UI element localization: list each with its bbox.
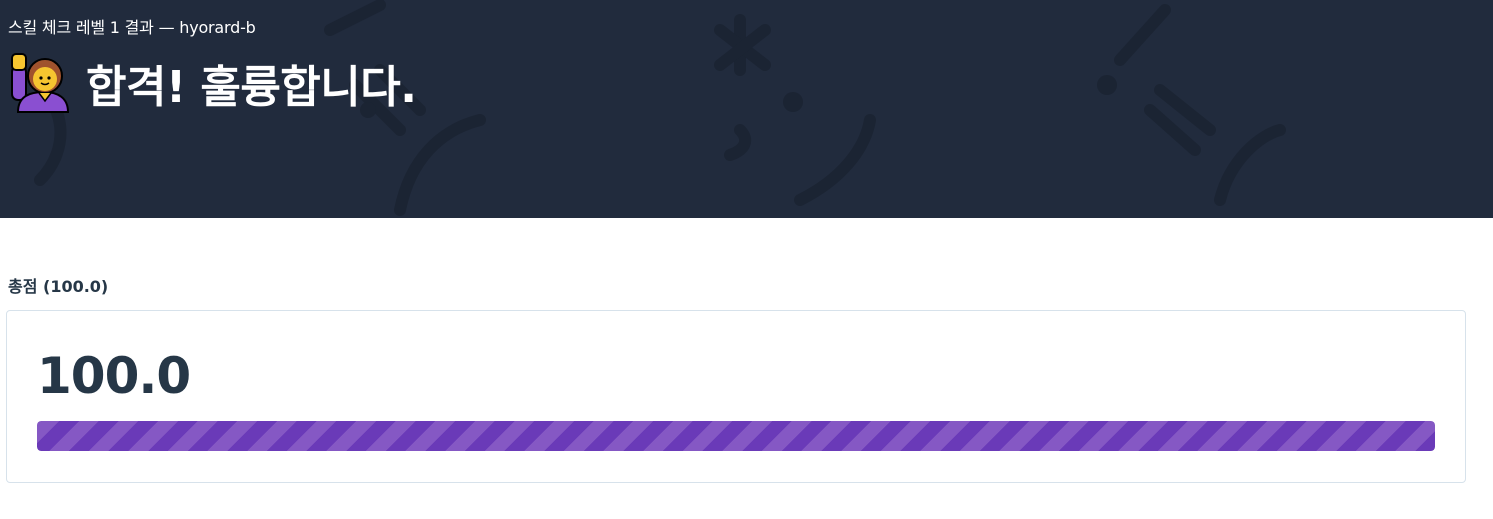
total-score-card: 100.0	[6, 310, 1466, 483]
page-title: 합격! 훌륭합니다.	[86, 62, 417, 113]
score-progress-bar	[37, 421, 1435, 451]
score-progress-fill	[37, 421, 1435, 451]
result-subtitle: 스킬 체크 레벨 1 결과 — hyorard-b	[8, 18, 256, 37]
result-title-row: 합격! 훌륭합니다.	[8, 52, 417, 114]
total-score-label: 총점 (100.0)	[8, 277, 109, 296]
total-score-value: 100.0	[37, 347, 191, 405]
result-hero-banner: 스킬 체크 레벨 1 결과 — hyorard-b 합격! 훌륭합니다.	[0, 0, 1493, 218]
person-raising-hand-icon	[11, 53, 70, 113]
